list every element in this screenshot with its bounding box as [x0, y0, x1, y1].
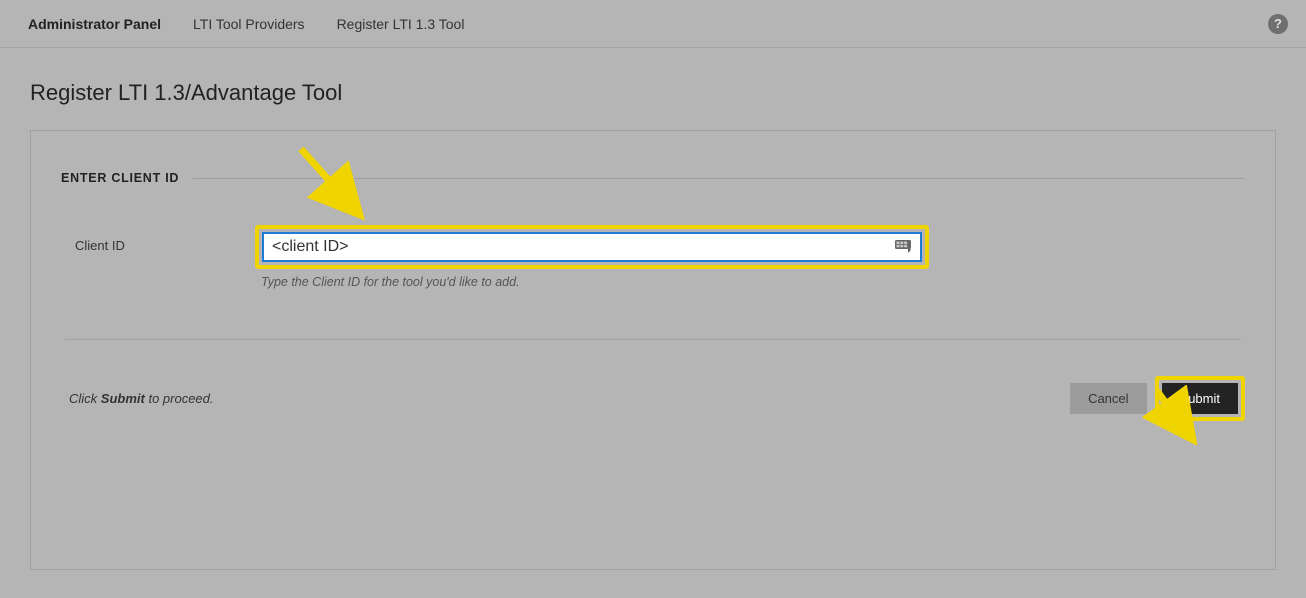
- breadcrumb-item-lti-providers[interactable]: LTI Tool Providers: [193, 16, 305, 32]
- help-icon[interactable]: ?: [1268, 14, 1288, 34]
- form-footer: Click Submit to proceed. Cancel Submit: [55, 340, 1251, 421]
- footer-suffix: to proceed.: [145, 391, 214, 406]
- footer-instruction: Click Submit to proceed.: [69, 391, 214, 406]
- section-title: ENTER CLIENT ID: [61, 171, 193, 185]
- section-rule: [193, 178, 1245, 179]
- form-panel: ENTER CLIENT ID Client ID: [30, 130, 1276, 570]
- footer-strong: Submit: [101, 391, 145, 406]
- cancel-button[interactable]: Cancel: [1070, 383, 1146, 414]
- client-id-label: Client ID: [75, 225, 195, 253]
- client-id-help-text: Type the Client ID for the tool you'd li…: [261, 275, 935, 289]
- footer-prefix: Click: [69, 391, 101, 406]
- breadcrumb-item-admin-panel[interactable]: Administrator Panel: [28, 16, 161, 32]
- page-title: Register LTI 1.3/Advantage Tool: [0, 48, 1306, 130]
- submit-button[interactable]: Submit: [1162, 383, 1238, 414]
- section-enter-client-id: ENTER CLIENT ID Client ID: [55, 171, 1251, 289]
- breadcrumb-item-register-tool[interactable]: Register LTI 1.3 Tool: [337, 16, 465, 32]
- client-id-input[interactable]: [262, 232, 922, 262]
- input-highlight-annotation: [255, 225, 929, 269]
- breadcrumb-bar: Administrator Panel LTI Tool Providers R…: [0, 0, 1306, 48]
- submit-highlight-annotation: Submit: [1155, 376, 1245, 421]
